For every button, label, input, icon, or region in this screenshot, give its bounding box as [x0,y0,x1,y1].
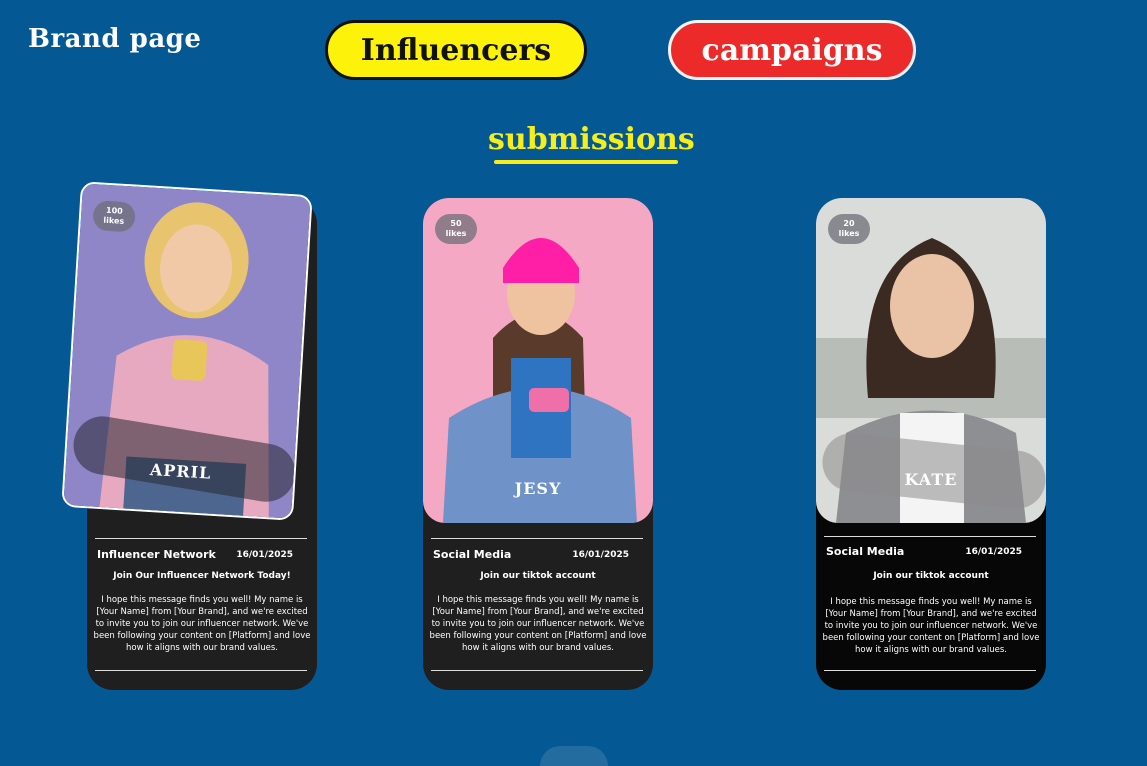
submissions-heading: submissions [488,122,695,157]
card-divider [431,538,643,539]
card-divider [824,670,1036,671]
submission-date: 16/01/2025 [965,547,1022,557]
card-divider [824,536,1036,537]
submissions-underline [494,160,678,164]
influencer-photo: 100 likes APRIL [61,181,313,521]
submission-type: Social Media [433,548,512,561]
submission-type: Influencer Network [97,548,216,561]
likes-badge: 20 likes [828,214,870,244]
influencer-photo: 20 likes KATE [816,198,1046,523]
submission-card[interactable]: 20 likes KATE Social Media 16/01/2025 Joi… [816,198,1046,690]
likes-badge: 100 likes [92,200,136,233]
message-title: Join Our Influencer Network Today! [113,571,291,581]
card-divider [95,670,307,671]
card-photo-wrapper: 100 likes APRIL [61,181,317,523]
card-divider [431,670,643,671]
message-body: I hope this message finds you well! My n… [429,595,647,653]
brand-page-title: Brand page [28,24,202,54]
influencer-name: KATE [904,470,958,489]
influencers-button[interactable]: Influencers [325,20,587,80]
message-body: I hope this message finds you well! My n… [93,595,311,653]
influencer-photo: 50 likes JESY [423,198,653,523]
influencer-name: JESY [514,479,562,498]
message-title: Join our tiktok account [873,571,989,581]
campaigns-button[interactable]: campaigns [668,20,916,80]
scroll-indicator[interactable] [540,746,608,766]
message-title: Join our tiktok account [480,571,596,581]
message-body: I hope this message finds you well! My n… [822,597,1040,655]
submission-date: 16/01/2025 [236,550,293,560]
likes-badge: 50 likes [435,214,477,244]
submission-date: 16/01/2025 [572,550,629,560]
card-divider [95,538,307,539]
submission-type: Social Media [826,545,905,558]
submission-card[interactable]: 50 likes JESY Social Media 16/01/2025 Joi… [423,198,653,690]
